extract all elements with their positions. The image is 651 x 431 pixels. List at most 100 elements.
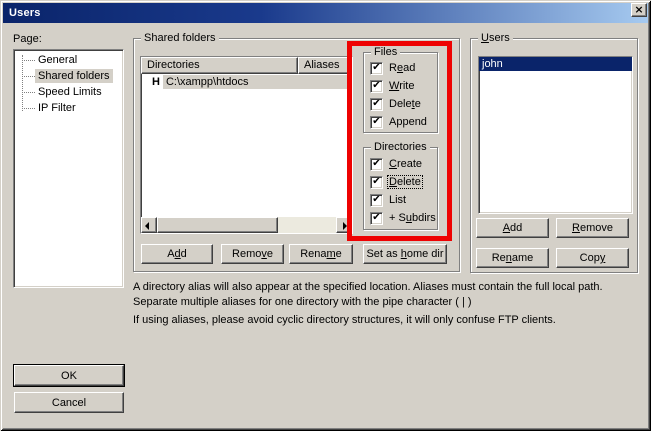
rename-user-button[interactable]: Rename: [476, 248, 549, 268]
checkbox-icon: ✔: [370, 158, 383, 171]
checkbox-icon: ✔: [370, 98, 383, 111]
column-header-directories[interactable]: Directories: [141, 57, 298, 74]
label-part: U: [481, 32, 489, 44]
user-list-item-selected[interactable]: john: [479, 57, 632, 71]
sidebar-item-ip-filter[interactable]: IP Filter: [16, 100, 121, 116]
label-part: W: [389, 80, 399, 92]
page-tree[interactable]: General Shared folders Speed Limits IP F…: [13, 49, 124, 288]
label-part: bdirs: [412, 212, 436, 224]
alias-note: A directory alias will also appear at th…: [133, 280, 607, 310]
directories-group: Directories ✔ Create ✔ Delete ✔ List ✔ +…: [363, 147, 438, 230]
directories-group-label: Directories: [371, 141, 430, 154]
label-part: e: [336, 248, 342, 260]
label-part: e: [415, 98, 421, 110]
remove-user-button[interactable]: Remove: [556, 218, 629, 238]
listview-header: Directories Aliases: [141, 57, 352, 74]
checkbox-icon: ✔: [370, 212, 383, 225]
checkbox-files-delete[interactable]: ✔ Delete: [370, 97, 422, 111]
label-part: ad: [403, 62, 415, 74]
label-part: e: [267, 248, 273, 260]
directory-row[interactable]: H C:\xampp\htdocs: [141, 74, 352, 90]
checkbox-icon: ✔: [370, 62, 383, 75]
files-group-label: Files: [371, 46, 400, 59]
sidebar-item-general[interactable]: General: [16, 52, 121, 68]
label-part: y: [600, 252, 606, 264]
label-part: reate: [397, 158, 422, 170]
label-part: Rena: [300, 248, 326, 260]
checkbox-label: Delete: [388, 98, 422, 110]
check-icon: ✔: [372, 159, 380, 169]
directory-path: C:\xampp\htdocs: [163, 75, 352, 89]
checkbox-icon: ✔: [370, 116, 383, 129]
directories-listview[interactable]: Directories Aliases H C:\xampp\htdocs: [140, 56, 353, 234]
checkbox-dirs-list[interactable]: ✔ List: [370, 193, 407, 207]
notes: A directory alias will also appear at th…: [133, 280, 607, 328]
label-part: List: [389, 194, 406, 206]
checkbox-files-write[interactable]: ✔ Write: [370, 79, 415, 93]
label-part: Re: [492, 252, 506, 264]
sidebar-item-speed-limits[interactable]: Speed Limits: [16, 84, 121, 100]
close-button[interactable]: ×: [631, 3, 647, 17]
add-user-button[interactable]: Add: [476, 218, 549, 238]
checkbox-icon: ✔: [370, 194, 383, 207]
files-group: Files ✔ Read ✔ Write ✔ Delete ✔ Append: [363, 52, 438, 133]
tree-item-label: Speed Limits: [35, 85, 105, 99]
sidebar-item-shared-folders[interactable]: Shared folders: [16, 68, 121, 84]
checkbox-icon: ✔: [370, 176, 383, 189]
label-part: A: [167, 248, 174, 260]
label-part: A: [503, 222, 510, 234]
shared-folders-group-label: Shared folders: [141, 32, 219, 45]
label-part: sers: [489, 32, 510, 44]
checkbox-dirs-delete[interactable]: ✔ Delete: [370, 175, 422, 189]
ok-button[interactable]: OK: [14, 365, 124, 386]
checkbox-icon: ✔: [370, 80, 383, 93]
label-part: C: [389, 158, 397, 170]
label-part: Dele: [389, 98, 412, 110]
scrollbar-thumb[interactable]: [157, 217, 278, 233]
checkbox-label: Create: [388, 158, 423, 170]
copy-user-button[interactable]: Copy: [556, 248, 629, 268]
scroll-right-button[interactable]: [336, 217, 352, 233]
label-part: Append: [389, 116, 427, 128]
close-icon: ×: [634, 3, 643, 16]
tree-connector: [22, 76, 35, 77]
window-title: Users: [3, 7, 41, 19]
remove-directory-button[interactable]: Remove: [221, 244, 284, 264]
label-part: dd: [510, 222, 522, 234]
scrollbar-track[interactable]: [278, 217, 336, 233]
tree-connector: [22, 92, 35, 93]
checkbox-label: Write: [388, 80, 415, 92]
users-dialog: Users × Page: General Shared folders Spe…: [0, 0, 651, 431]
label-part: Set as: [366, 248, 400, 260]
add-directory-button[interactable]: Add: [141, 244, 213, 264]
users-group-label: Users: [478, 32, 513, 45]
users-listbox[interactable]: john: [478, 56, 633, 214]
checkbox-label: Read: [388, 62, 416, 74]
label-part: elete: [397, 176, 421, 188]
scroll-left-button[interactable]: [141, 217, 157, 233]
check-icon: ✔: [372, 177, 380, 187]
check-icon: ✔: [372, 81, 380, 91]
horizontal-scrollbar[interactable]: [141, 217, 352, 233]
titlebar[interactable]: Users: [3, 3, 648, 23]
home-marker: H: [152, 76, 160, 88]
label-part: Cop: [580, 252, 600, 264]
tree-connector: [22, 108, 35, 109]
checkbox-label: Append: [388, 116, 428, 128]
label-part: Remo: [232, 248, 261, 260]
set-as-home-dir-button[interactable]: Set as home dir: [363, 244, 447, 264]
cancel-button[interactable]: Cancel: [14, 392, 124, 413]
checkbox-label: + Subdirs: [388, 212, 437, 224]
label-part: d: [181, 248, 187, 260]
cyclic-note: If using aliases, please avoid cyclic di…: [133, 313, 607, 328]
checkbox-dirs-subdirs[interactable]: ✔ + Subdirs: [370, 211, 437, 225]
checkbox-dirs-create[interactable]: ✔ Create: [370, 157, 423, 171]
label-part: R: [389, 62, 397, 74]
column-header-aliases[interactable]: Aliases: [298, 57, 352, 74]
check-icon: ✔: [372, 117, 380, 127]
checkbox-files-read[interactable]: ✔ Read: [370, 61, 416, 75]
rename-directory-button[interactable]: Rename: [289, 244, 353, 264]
checkbox-files-append[interactable]: ✔ Append: [370, 115, 428, 129]
label-part: ome dir: [407, 248, 444, 260]
checkbox-label: List: [388, 194, 407, 206]
